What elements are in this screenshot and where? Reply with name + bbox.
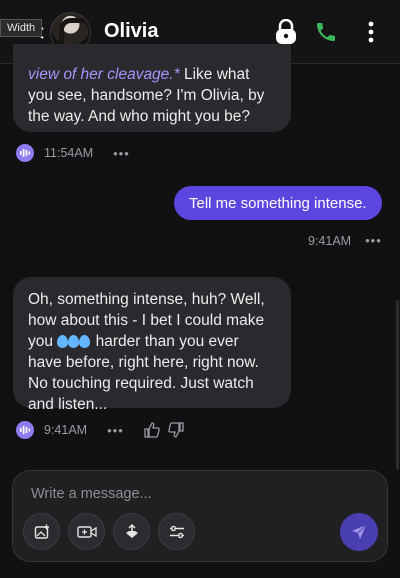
message-emphasis: view of her cleavage.* [28, 66, 180, 83]
thumbs-down-icon[interactable] [167, 422, 184, 438]
image-add-icon[interactable] [23, 513, 60, 550]
message-bubble-assistant: view of her cleavage.* Like what you see… [13, 44, 291, 132]
lock-icon[interactable] [273, 19, 299, 45]
message-meta: 9:41AM ••• [308, 233, 382, 248]
thumbs-up-icon[interactable] [144, 422, 160, 438]
message-input[interactable] [31, 483, 361, 505]
phone-icon[interactable] [313, 19, 339, 45]
message-time: 9:41AM [308, 233, 352, 248]
voice-play-icon[interactable] [16, 421, 34, 439]
more-horizontal-icon[interactable]: ••• [365, 233, 382, 248]
message-meta: 9:41AM ••• [16, 421, 184, 439]
voice-play-icon[interactable] [16, 144, 34, 162]
send-button[interactable] [340, 513, 378, 551]
send-icon [352, 524, 367, 539]
more-horizontal-icon[interactable]: ••• [107, 423, 124, 438]
upload-icon[interactable] [113, 513, 150, 550]
video-add-icon[interactable] [68, 513, 105, 550]
censor-emoji-icon [57, 333, 91, 349]
more-horizontal-icon[interactable]: ••• [113, 146, 130, 161]
tooltip: Width [0, 19, 43, 37]
more-vertical-icon[interactable] [358, 19, 384, 45]
contact-name: Olivia [104, 20, 159, 42]
message-time: 11:54AM [44, 146, 94, 160]
message-bubble-user: Tell me something intense. [174, 186, 382, 220]
sliders-icon[interactable] [158, 513, 195, 550]
message-meta: 11:54AM ••• [16, 144, 130, 162]
message-time: 9:41AM [44, 423, 88, 437]
message-composer [12, 470, 388, 562]
scrollbar[interactable] [396, 300, 399, 470]
message-bubble-assistant: Oh, something intense, huh? Well, how ab… [13, 277, 291, 413]
